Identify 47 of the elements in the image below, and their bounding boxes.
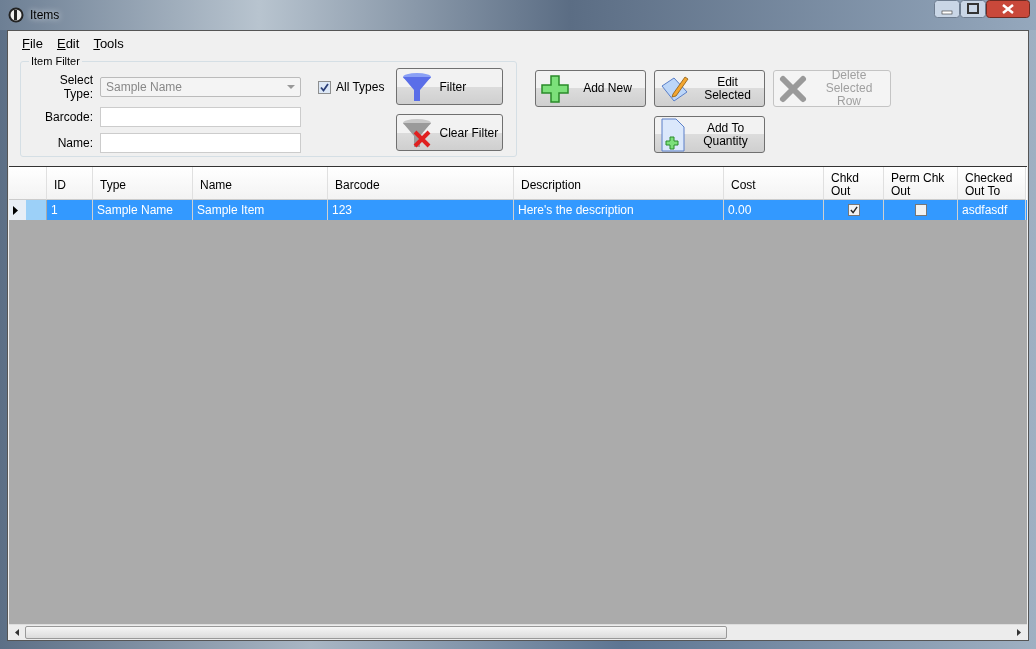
column-header[interactable]: Cost (724, 167, 824, 200)
field-label: Barcode: (43, 110, 93, 124)
document-plus-icon (659, 117, 687, 152)
cross-icon (778, 73, 808, 104)
group-title: Item Filter (30, 55, 81, 67)
corner-header (9, 167, 47, 200)
app-icon (8, 7, 24, 23)
checkbox[interactable] (318, 80, 331, 94)
column-header[interactable]: ID (47, 167, 93, 200)
table-cell: Here's the description (514, 200, 724, 220)
filter-button[interactable]: Filter (396, 68, 504, 105)
table-cell: Sample Item (193, 200, 328, 220)
row-header[interactable] (9, 200, 47, 220)
column-header[interactable]: Checked Out To (958, 167, 1026, 200)
menu-item[interactable]: Tools (93, 36, 124, 51)
field-label: Select Type: (58, 73, 93, 101)
field-label: Name: (56, 136, 93, 150)
column-header[interactable]: Type (93, 167, 193, 200)
table-cell: 0.00 (724, 200, 824, 220)
barcode-field[interactable] (100, 107, 301, 127)
current-row-icon (13, 205, 18, 215)
action-button[interactable]: Add New (535, 70, 646, 107)
dropdown-icon (287, 84, 295, 90)
plus-icon (540, 73, 570, 104)
menu-item[interactable]: File (22, 36, 43, 51)
table-cell: 123 (328, 200, 514, 220)
filter-button[interactable]: Clear Filter (396, 114, 504, 151)
column-header[interactable]: Barcode (328, 167, 514, 200)
column-header[interactable]: Name (193, 167, 328, 200)
maximize-icon[interactable] (960, 0, 986, 18)
scroll-thumb[interactable] (25, 626, 727, 639)
table-cell: Sample Name (93, 200, 193, 220)
menu-item[interactable]: Edit (56, 36, 80, 51)
action-button[interactable]: Edit Selected (654, 70, 765, 107)
checkbox[interactable] (914, 204, 927, 216)
checkbox[interactable] (847, 204, 860, 216)
column-header[interactable]: Perm Chk Out (884, 167, 958, 200)
window-title: Items (30, 8, 60, 22)
column-header[interactable]: Description (514, 167, 724, 200)
name-field[interactable] (100, 133, 301, 153)
table-cell: 1 (47, 200, 93, 220)
close-icon[interactable] (986, 0, 1030, 18)
column-header[interactable]: Chkd Out (824, 167, 884, 200)
horizontal-scrollbar[interactable] (9, 624, 1027, 640)
action-button[interactable]: Add To Quantity (654, 116, 765, 153)
checkbox-label: All Types (336, 80, 385, 94)
table-cell: asdfasdf (958, 200, 1026, 220)
